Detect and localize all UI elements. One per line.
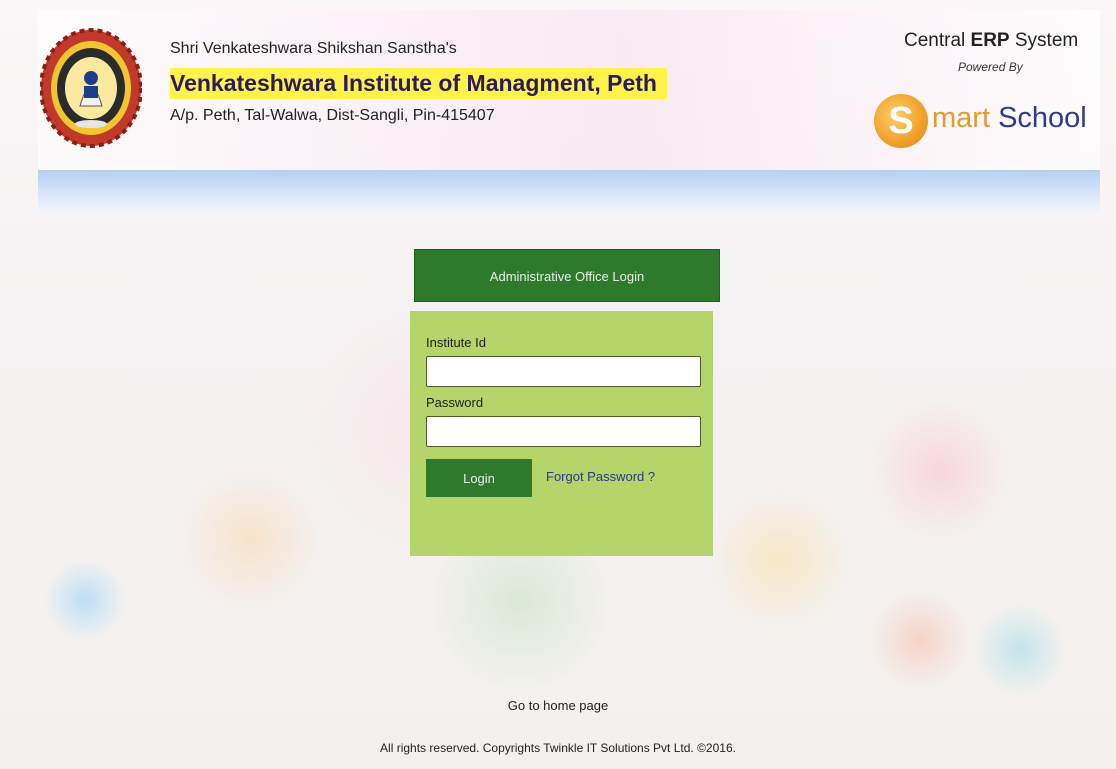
erp-branding: Central ERP System Powered By S mart Sch…: [874, 30, 1100, 148]
smart-school-logo: S mart School: [874, 94, 1104, 154]
erp-title-suffix: System: [1009, 30, 1079, 51]
login-actions: Login Forgot Password ?: [426, 459, 713, 499]
password-input[interactable]: [426, 416, 701, 447]
erp-title-bold: ERP: [970, 30, 1010, 51]
copyright-text: All rights reserved. Copyrights Twinkle …: [380, 741, 736, 755]
erp-title: Central ERP System: [880, 30, 1100, 52]
institute-id-label: Institute Id: [426, 335, 486, 350]
header-band: [38, 170, 1100, 214]
institute-name: Venkateshwara Institute of Managment, Pe…: [170, 68, 667, 99]
brand-school: School: [998, 102, 1087, 134]
login-button[interactable]: Login: [426, 459, 532, 497]
home-page-link[interactable]: Go to home page: [0, 698, 1116, 713]
brand-initial-icon: S: [874, 94, 928, 148]
forgot-password-link[interactable]: Forgot Password ?: [546, 469, 655, 484]
brand-text: mart School: [932, 102, 1087, 135]
institute-id-input[interactable]: [426, 356, 701, 387]
institute-info: Shri Venkateshwara Shikshan Sanstha's Ve…: [170, 40, 667, 125]
institute-logo-icon: [40, 28, 142, 148]
brand-mart: mart: [932, 102, 999, 134]
sanstha-name: Shri Venkateshwara Shikshan Sanstha's: [170, 40, 457, 57]
login-form: Institute Id Password Login Forgot Passw…: [410, 311, 713, 556]
erp-title-prefix: Central: [904, 30, 971, 51]
login-page: Shri Venkateshwara Shikshan Sanstha's Ve…: [0, 0, 1116, 769]
institute-address: A/p. Peth, Tal-Walwa, Dist-Sangli, Pin-4…: [170, 107, 495, 124]
login-title: Administrative Office Login: [414, 249, 720, 302]
powered-by-label: Powered By: [958, 60, 1023, 74]
password-label: Password: [426, 395, 484, 410]
